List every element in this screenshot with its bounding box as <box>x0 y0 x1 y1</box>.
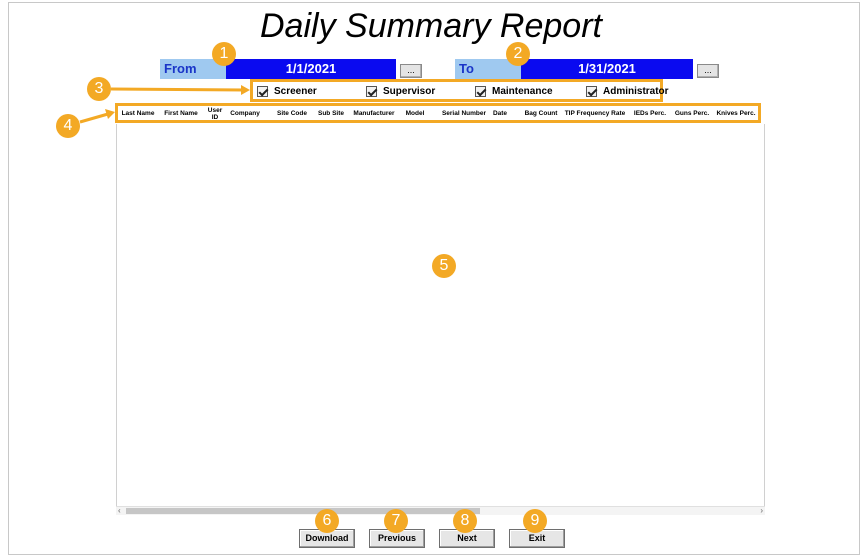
scrollbar-thumb[interactable] <box>126 508 480 514</box>
column-header[interactable]: TIP Frequency Rate <box>564 107 626 121</box>
page-title: Daily Summary Report <box>260 7 602 45</box>
role-label: Screener <box>274 85 317 97</box>
from-date-picker-button[interactable]: ... <box>400 64 422 78</box>
callout-badge: 3 <box>87 77 111 101</box>
callout-badge: 9 <box>523 509 547 533</box>
role-label: Maintenance <box>492 85 553 97</box>
column-header[interactable]: User ID <box>204 107 226 121</box>
callout-badge: 1 <box>212 42 236 66</box>
scroll-left-icon[interactable]: ‹ <box>118 506 121 515</box>
column-header[interactable]: Model <box>404 107 426 121</box>
column-header[interactable]: Date <box>490 107 510 121</box>
column-header[interactable]: Bag Count <box>522 107 560 121</box>
column-header[interactable]: Serial Number <box>440 107 488 121</box>
report-grid[interactable] <box>116 124 765 515</box>
role-label: Administrator <box>603 85 669 97</box>
role-supervisor[interactable]: Supervisor <box>366 84 435 98</box>
column-header[interactable]: Guns Perc. <box>674 107 710 121</box>
column-header[interactable]: Site Code <box>272 107 312 121</box>
table-header: Last Name First Name User ID Company Sit… <box>118 107 758 121</box>
column-header[interactable]: Last Name <box>118 107 158 121</box>
column-header[interactable]: IEDs Perc. <box>632 107 668 121</box>
role-label: Supervisor <box>383 85 436 97</box>
callout-badge: 7 <box>384 509 408 533</box>
scroll-right-icon[interactable]: › <box>760 506 763 515</box>
callout-badge: 4 <box>56 114 80 138</box>
callout-badge: 2 <box>506 42 530 66</box>
role-administrator[interactable]: Administrator <box>586 84 669 98</box>
column-header[interactable]: Manufacturer <box>350 107 398 121</box>
supervisor-checkbox[interactable] <box>366 85 377 97</box>
column-header[interactable]: Sub Site <box>314 107 348 121</box>
to-date-field[interactable]: 1/31/2021 <box>521 59 693 79</box>
administrator-checkbox[interactable] <box>586 85 597 97</box>
column-header[interactable]: Knives Perc. <box>716 107 756 121</box>
horizontal-scrollbar[interactable]: ‹ › <box>116 506 765 515</box>
from-date-field[interactable]: 1/1/2021 <box>226 59 396 79</box>
callout-badge: 6 <box>315 509 339 533</box>
role-screener[interactable]: Screener <box>257 84 317 98</box>
callout-badge: 8 <box>453 509 477 533</box>
column-header[interactable]: First Name <box>160 107 202 121</box>
column-header[interactable]: Company <box>228 107 262 121</box>
maintenance-checkbox[interactable] <box>475 85 486 97</box>
to-date-picker-button[interactable]: ... <box>697 64 719 78</box>
role-maintenance[interactable]: Maintenance <box>475 84 553 98</box>
callout-badge: 5 <box>432 254 456 278</box>
screener-checkbox[interactable] <box>257 85 268 97</box>
